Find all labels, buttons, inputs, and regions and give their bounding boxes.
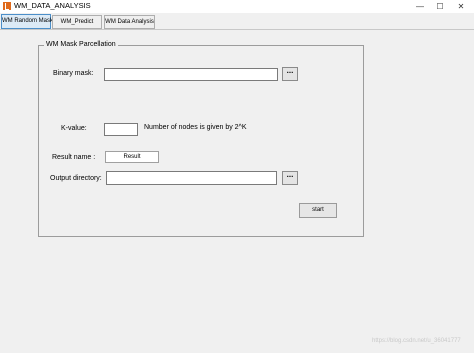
output-directory-input[interactable]: [106, 171, 277, 185]
start-button[interactable]: start: [299, 203, 337, 218]
title-bar: WM_DATA_ANALYSIS — ☐ ✕: [0, 0, 474, 13]
binary-mask-input[interactable]: [104, 68, 278, 81]
result-name-label: Result name :: [52, 154, 96, 161]
binary-mask-label: Binary mask:: [53, 70, 94, 77]
tab-wm-data-analysis[interactable]: WM Data Analysis: [104, 15, 155, 29]
tab-wm-predict[interactable]: WM_Predict: [52, 15, 102, 29]
tab-divider: [0, 29, 474, 30]
tab-wm-random-mask[interactable]: WM Random Mask: [1, 14, 53, 29]
close-icon[interactable]: ✕: [452, 0, 470, 13]
output-directory-label: Output directory:: [50, 175, 102, 182]
k-value-input[interactable]: [104, 123, 138, 136]
minimize-icon[interactable]: —: [411, 0, 429, 13]
watermark-text: https://blog.csdn.net/u_36041777: [372, 338, 461, 344]
window-title: WM_DATA_ANALYSIS: [14, 1, 91, 10]
result-name-button[interactable]: Result: [105, 151, 159, 163]
panel-title: WM Mask Parcellation: [44, 41, 118, 48]
output-directory-browse-button[interactable]: ...: [282, 171, 298, 185]
k-value-label: K-value:: [61, 125, 87, 132]
matlab-app-icon: [3, 2, 11, 10]
binary-mask-browse-button[interactable]: ...: [282, 67, 298, 81]
k-value-note: Number of nodes is given by 2^K: [144, 124, 247, 131]
tab-bar: WM Random Mask WM_Predict WM Data Analys…: [0, 14, 474, 29]
maximize-icon[interactable]: ☐: [431, 0, 449, 13]
